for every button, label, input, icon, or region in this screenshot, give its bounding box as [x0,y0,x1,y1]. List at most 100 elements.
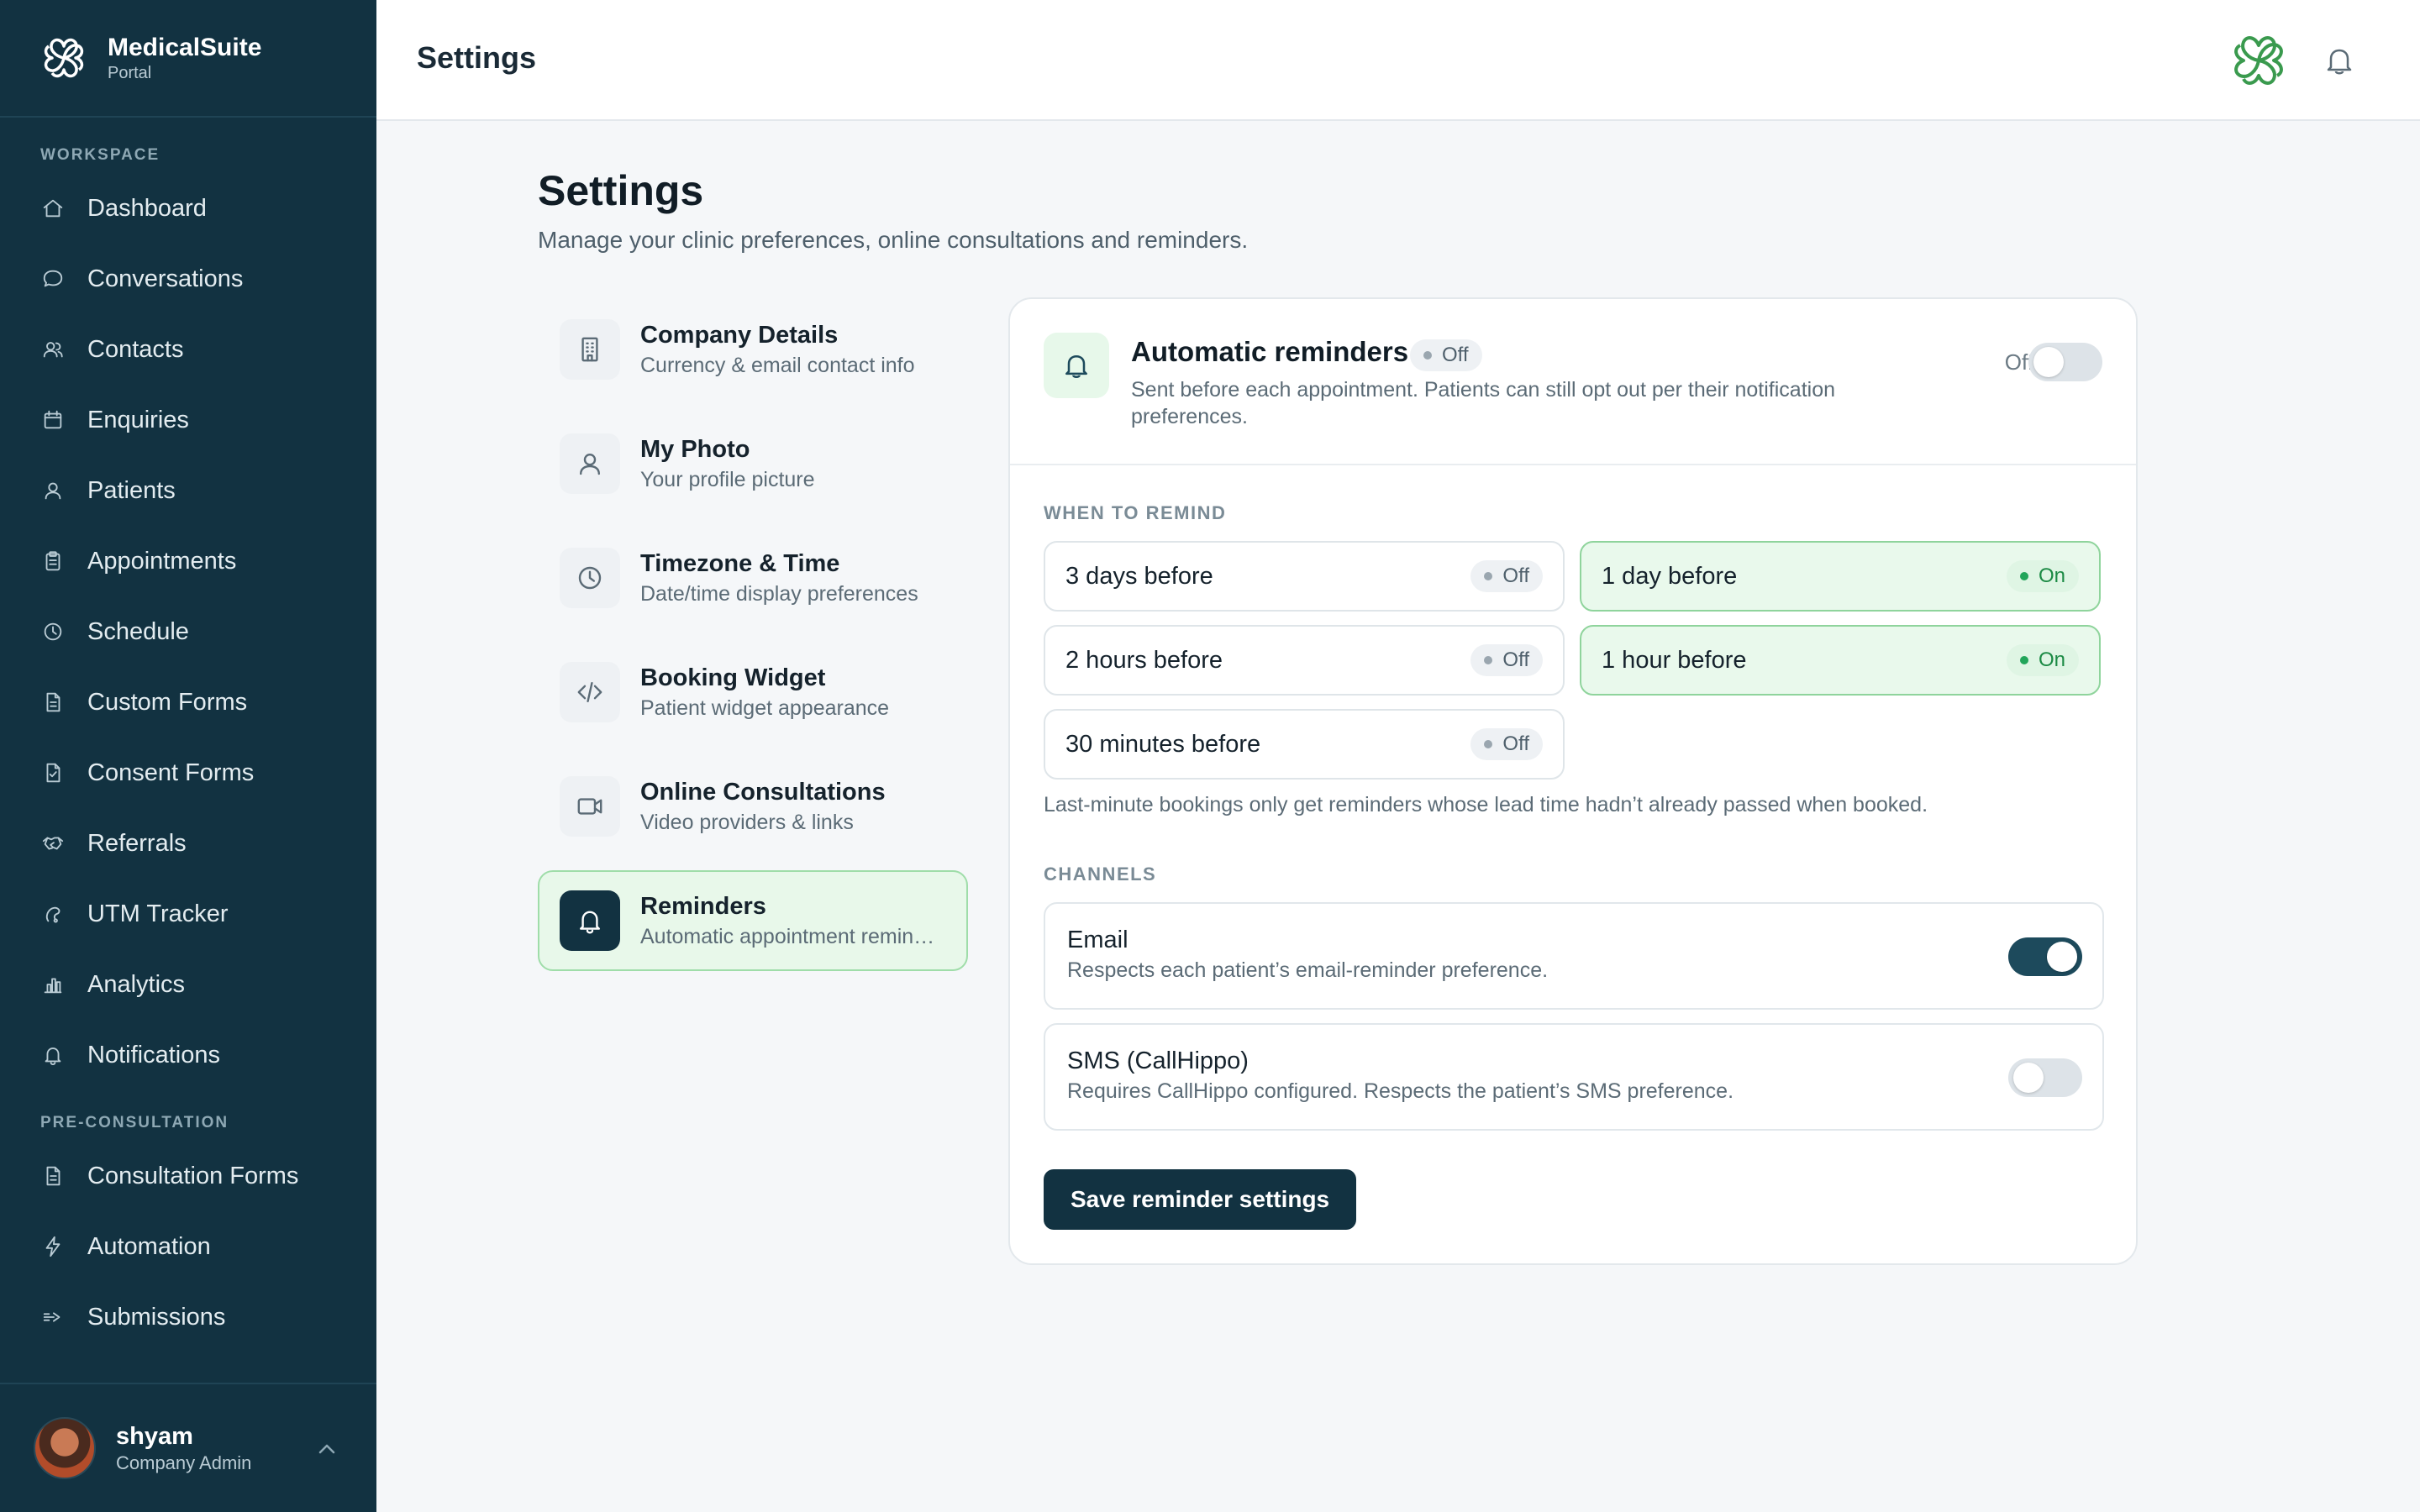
settings-nav-my-photo[interactable]: My Photo Your profile picture [538,413,968,514]
reminder-option-1-hour-before[interactable]: 1 hour before On [1580,625,2101,696]
sidebar-item-label: Contacts [87,335,184,363]
home-icon [40,196,66,221]
channel-toggle-sms-callhippo[interactable] [2008,1058,2082,1097]
sidebar-item-label: Enquiries [87,406,189,433]
reminders-title: Automatic reminders [1131,336,1409,367]
status-text: Off [1502,564,1529,587]
status-badge: On [2006,644,2079,676]
save-reminder-settings-button[interactable]: Save reminder settings [1044,1169,1357,1230]
document-icon [40,690,66,715]
document-icon [40,1163,66,1189]
reminder-option-30-minutes-before[interactable]: 30 minutes before Off [1044,709,1565,780]
sidebar-item-enquiries[interactable]: Enquiries [0,385,376,455]
topbar-title: Settings [417,40,537,75]
reminders-enable-toggle[interactable] [2028,343,2102,381]
brand[interactable]: MedicalSuite Portal [0,0,376,118]
sidebar-item-label: Referrals [87,829,187,857]
sidebar-item-dashboard[interactable]: Dashboard [0,173,376,244]
settings-nav-online-consultations[interactable]: Online Consultations Video providers & li… [538,756,968,857]
page-subtitle: Manage your clinic preferences, online c… [538,227,1249,253]
when-to-remind-label: WHEN TO REMIND [1044,502,1227,523]
sidebar-item-automation[interactable]: Automation [0,1211,376,1282]
contacts-icon [40,337,66,362]
reminder-option-label: 30 minutes before [1065,730,1261,758]
toggle-knob [2033,347,2064,377]
chat-icon [40,266,66,291]
sidebar-item-conversations[interactable]: Conversations [0,244,376,314]
channels-label: CHANNELS [1044,864,1157,885]
settings-nav: Company Details Currency & email contact … [538,299,968,984]
settings-nav-reminders[interactable]: Reminders Automatic appointment reminders [538,870,968,971]
status-badge: Off [1470,728,1543,760]
sidebar-item-custom-forms[interactable]: Custom Forms [0,667,376,738]
topbar: Settings [376,0,2420,121]
code-icon [560,662,620,722]
settings-nav-title: Booking Widget [640,664,826,691]
workspace-nav: Dashboard Conversations Contacts Enquiries P… [0,173,376,1090]
sidebar-item-analytics[interactable]: Analytics [0,949,376,1020]
reminder-option-2-hours-before[interactable]: 2 hours before Off [1044,625,1565,696]
consent-document-icon [40,760,66,785]
avatar [34,1417,96,1479]
settings-nav-title: Timezone & Time [640,550,840,577]
sidebar-item-notifications[interactable]: Notifications [0,1020,376,1090]
sidebar-item-submissions[interactable]: Submissions [0,1282,376,1352]
channel-toggle-email[interactable] [2008,937,2082,976]
sidebar-item-label: Appointments [87,547,237,575]
bell-icon [560,890,620,951]
settings-nav-timezone-time[interactable]: Timezone & Time Date/time display prefere… [538,528,968,628]
sidebar-item-label: Schedule [87,617,189,645]
status-text: On [2038,564,2065,587]
clover-icon[interactable] [2223,25,2294,96]
channel-title: SMS (CallHippo) [1067,1047,1249,1074]
reminder-option-1-day-before[interactable]: 1 day before On [1580,541,2101,612]
sidebar-item-consultation-forms[interactable]: Consultation Forms [0,1141,376,1211]
sidebar-item-utm-tracker[interactable]: UTM Tracker [0,879,376,949]
page-title: Settings [538,167,704,214]
reminder-option-label: 3 days before [1065,562,1213,590]
channel-email: Email Respects each patient’s email-remin… [1044,902,2104,1010]
settings-nav-description: Date/time display preferences [640,582,918,606]
sidebar-item-appointments[interactable]: Appointments [0,526,376,596]
user-name: shyam [116,1423,193,1450]
reminders-description: Sent before each appointment. Patients c… [1131,378,1836,428]
sidebar-item-schedule[interactable]: Schedule [0,596,376,667]
status-text: Off [1502,732,1529,755]
settings-nav-title: Reminders [640,893,766,920]
handshake-icon [40,831,66,856]
sidebar-item-label: Conversations [87,265,244,292]
reminder-bell-icon [1044,333,1109,398]
sidebar-item-referrals[interactable]: Referrals [0,808,376,879]
settings-nav-title: Online Consultations [640,779,886,806]
bell-icon [40,1042,66,1068]
status-dot [2019,572,2028,580]
reminder-option-3-days-before[interactable]: 3 days before Off [1044,541,1565,612]
status-dot [1423,351,1432,360]
reminders-header: Automatic reminders Off Sent before each… [1010,299,2136,465]
settings-nav-description: Your profile picture [640,468,815,491]
settings-nav-booking-widget[interactable]: Booking Widget Patient widget appearance [538,642,968,743]
sidebar-item-label: Automation [87,1232,211,1260]
channel-title: Email [1067,927,1128,953]
sidebar-item-contacts[interactable]: Contacts [0,314,376,385]
sidebar-item-label: Dashboard [87,194,207,222]
settings-nav-description: Automatic appointment reminders [640,925,943,948]
status-text: Off [1502,648,1529,671]
video-icon [560,776,620,837]
sidebar-item-consent-forms[interactable]: Consent Forms [0,738,376,808]
toggle-knob [2047,942,2077,972]
user-icon [40,478,66,503]
notifications-bell-icon[interactable] [2323,44,2356,77]
sidebar-item-label: Submissions [87,1303,226,1331]
settings-nav-description: Patient widget appearance [640,696,890,720]
sidebar-item-patients[interactable]: Patients [0,455,376,526]
reminder-option-label: 1 day before [1602,562,1738,590]
toggle-knob [2013,1063,2044,1093]
settings-nav-company-details[interactable]: Company Details Currency & email contact … [538,299,968,400]
building-icon [560,319,620,380]
tracker-icon [40,901,66,927]
sidebar: MedicalSuite Portal WORKSPACE Dashboard C… [0,0,376,1512]
chevron-up-icon[interactable] [314,1436,339,1462]
user-menu[interactable]: shyam Company Admin [0,1383,376,1512]
status-badge: Off [1470,560,1543,592]
